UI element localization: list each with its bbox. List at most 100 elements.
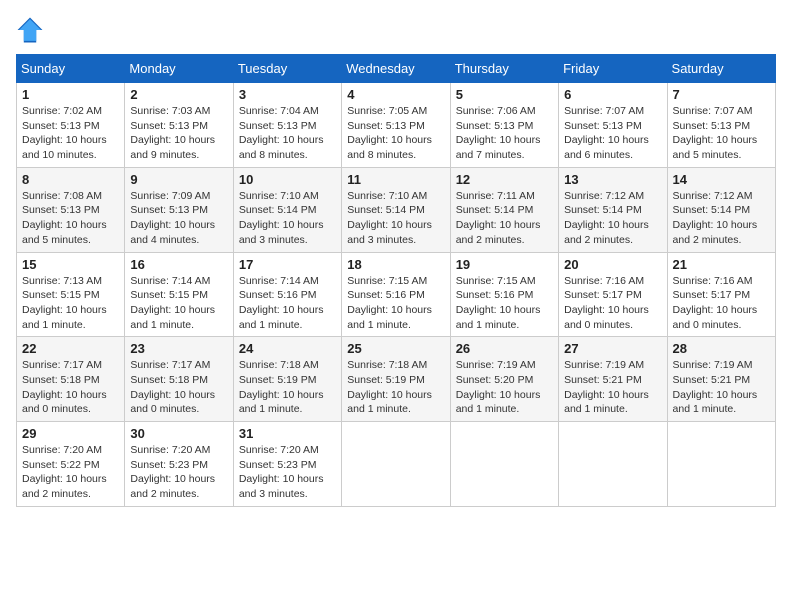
- day-info: Sunrise: 7:07 AM Sunset: 5:13 PM Dayligh…: [673, 104, 770, 163]
- day-number: 25: [347, 341, 444, 356]
- day-number: 22: [22, 341, 119, 356]
- calendar-week-row: 15 Sunrise: 7:13 AM Sunset: 5:15 PM Dayli…: [17, 252, 776, 337]
- empty-cell: [667, 422, 775, 507]
- day-number: 21: [673, 257, 770, 272]
- day-info: Sunrise: 7:17 AM Sunset: 5:18 PM Dayligh…: [22, 358, 119, 417]
- day-info: Sunrise: 7:16 AM Sunset: 5:17 PM Dayligh…: [564, 274, 661, 333]
- day-info: Sunrise: 7:10 AM Sunset: 5:14 PM Dayligh…: [347, 189, 444, 248]
- calendar-day-cell: 4Sunrise: 7:05 AM Sunset: 5:13 PM Daylig…: [342, 83, 450, 168]
- day-info: Sunrise: 7:15 AM Sunset: 5:16 PM Dayligh…: [456, 274, 553, 333]
- empty-cell: [450, 422, 558, 507]
- calendar-day-cell: 31 Sunrise: 7:20 AM Sunset: 5:23 PM Dayli…: [233, 422, 341, 507]
- calendar-day-cell: 20 Sunrise: 7:16 AM Sunset: 5:17 PM Dayli…: [559, 252, 667, 337]
- day-info: Sunrise: 7:19 AM Sunset: 5:21 PM Dayligh…: [673, 358, 770, 417]
- day-info: Sunrise: 7:20 AM Sunset: 5:22 PM Dayligh…: [22, 443, 119, 502]
- logo-icon: [16, 16, 44, 44]
- day-info: Sunrise: 7:12 AM Sunset: 5:14 PM Dayligh…: [673, 189, 770, 248]
- day-number: 26: [456, 341, 553, 356]
- calendar-day-cell: 24Sunrise: 7:18 AM Sunset: 5:19 PM Dayli…: [233, 337, 341, 422]
- day-info: Sunrise: 7:02 AM Sunset: 5:13 PM Dayligh…: [22, 104, 119, 163]
- weekday-header: Tuesday: [233, 55, 341, 83]
- day-number: 19: [456, 257, 553, 272]
- day-number: 5: [456, 87, 553, 102]
- day-number: 11: [347, 172, 444, 187]
- weekday-header: Saturday: [667, 55, 775, 83]
- calendar-day-cell: 29Sunrise: 7:20 AM Sunset: 5:22 PM Dayli…: [17, 422, 125, 507]
- day-number: 8: [22, 172, 119, 187]
- calendar-day-cell: 26 Sunrise: 7:19 AM Sunset: 5:20 PM Dayli…: [450, 337, 558, 422]
- calendar-day-cell: 2 Sunrise: 7:03 AM Sunset: 5:13 PM Daylig…: [125, 83, 233, 168]
- day-number: 17: [239, 257, 336, 272]
- day-info: Sunrise: 7:19 AM Sunset: 5:21 PM Dayligh…: [564, 358, 661, 417]
- day-info: Sunrise: 7:20 AM Sunset: 5:23 PM Dayligh…: [239, 443, 336, 502]
- day-number: 2: [130, 87, 227, 102]
- day-info: Sunrise: 7:07 AM Sunset: 5:13 PM Dayligh…: [564, 104, 661, 163]
- calendar-day-cell: 27 Sunrise: 7:19 AM Sunset: 5:21 PM Dayli…: [559, 337, 667, 422]
- calendar-day-cell: 15 Sunrise: 7:13 AM Sunset: 5:15 PM Dayli…: [17, 252, 125, 337]
- day-number: 13: [564, 172, 661, 187]
- day-info: Sunrise: 7:18 AM Sunset: 5:19 PM Dayligh…: [347, 358, 444, 417]
- day-info: Sunrise: 7:05 AM Sunset: 5:13 PM Dayligh…: [347, 104, 444, 163]
- day-info: Sunrise: 7:13 AM Sunset: 5:15 PM Dayligh…: [22, 274, 119, 333]
- day-number: 28: [673, 341, 770, 356]
- calendar-table: SundayMondayTuesdayWednesdayThursdayFrid…: [16, 54, 776, 507]
- day-info: Sunrise: 7:14 AM Sunset: 5:16 PM Dayligh…: [239, 274, 336, 333]
- day-info: Sunrise: 7:04 AM Sunset: 5:13 PM Dayligh…: [239, 104, 336, 163]
- day-number: 15: [22, 257, 119, 272]
- calendar-week-row: 29Sunrise: 7:20 AM Sunset: 5:22 PM Dayli…: [17, 422, 776, 507]
- day-number: 10: [239, 172, 336, 187]
- calendar-week-row: 8 Sunrise: 7:08 AM Sunset: 5:13 PM Daylig…: [17, 167, 776, 252]
- day-number: 27: [564, 341, 661, 356]
- day-number: 9: [130, 172, 227, 187]
- calendar-day-cell: 10 Sunrise: 7:10 AM Sunset: 5:14 PM Dayli…: [233, 167, 341, 252]
- calendar-day-cell: 25 Sunrise: 7:18 AM Sunset: 5:19 PM Dayli…: [342, 337, 450, 422]
- calendar-day-cell: 7 Sunrise: 7:07 AM Sunset: 5:13 PM Daylig…: [667, 83, 775, 168]
- weekday-header: Friday: [559, 55, 667, 83]
- day-number: 31: [239, 426, 336, 441]
- day-number: 16: [130, 257, 227, 272]
- calendar-day-cell: 28 Sunrise: 7:19 AM Sunset: 5:21 PM Dayli…: [667, 337, 775, 422]
- day-info: Sunrise: 7:15 AM Sunset: 5:16 PM Dayligh…: [347, 274, 444, 333]
- day-info: Sunrise: 7:09 AM Sunset: 5:13 PM Dayligh…: [130, 189, 227, 248]
- day-number: 7: [673, 87, 770, 102]
- day-number: 23: [130, 341, 227, 356]
- calendar-day-cell: 30 Sunrise: 7:20 AM Sunset: 5:23 PM Dayli…: [125, 422, 233, 507]
- day-info: Sunrise: 7:16 AM Sunset: 5:17 PM Dayligh…: [673, 274, 770, 333]
- calendar-day-cell: 5Sunrise: 7:06 AM Sunset: 5:13 PM Daylig…: [450, 83, 558, 168]
- day-info: Sunrise: 7:18 AM Sunset: 5:19 PM Dayligh…: [239, 358, 336, 417]
- weekday-header: Thursday: [450, 55, 558, 83]
- day-info: Sunrise: 7:14 AM Sunset: 5:15 PM Dayligh…: [130, 274, 227, 333]
- calendar-day-cell: 6Sunrise: 7:07 AM Sunset: 5:13 PM Daylig…: [559, 83, 667, 168]
- day-info: Sunrise: 7:20 AM Sunset: 5:23 PM Dayligh…: [130, 443, 227, 502]
- calendar-day-cell: 17 Sunrise: 7:14 AM Sunset: 5:16 PM Dayli…: [233, 252, 341, 337]
- day-number: 20: [564, 257, 661, 272]
- weekday-header: Sunday: [17, 55, 125, 83]
- calendar-day-cell: 22 Sunrise: 7:17 AM Sunset: 5:18 PM Dayli…: [17, 337, 125, 422]
- day-info: Sunrise: 7:12 AM Sunset: 5:14 PM Dayligh…: [564, 189, 661, 248]
- day-number: 30: [130, 426, 227, 441]
- logo: [16, 16, 48, 44]
- day-info: Sunrise: 7:11 AM Sunset: 5:14 PM Dayligh…: [456, 189, 553, 248]
- day-info: Sunrise: 7:08 AM Sunset: 5:13 PM Dayligh…: [22, 189, 119, 248]
- calendar-day-cell: 1Sunrise: 7:02 AM Sunset: 5:13 PM Daylig…: [17, 83, 125, 168]
- empty-cell: [559, 422, 667, 507]
- page-header: [16, 16, 776, 44]
- day-number: 18: [347, 257, 444, 272]
- calendar-day-cell: 11 Sunrise: 7:10 AM Sunset: 5:14 PM Dayli…: [342, 167, 450, 252]
- day-number: 12: [456, 172, 553, 187]
- calendar-header-row: SundayMondayTuesdayWednesdayThursdayFrid…: [17, 55, 776, 83]
- calendar-day-cell: 13 Sunrise: 7:12 AM Sunset: 5:14 PM Dayli…: [559, 167, 667, 252]
- day-number: 14: [673, 172, 770, 187]
- calendar-week-row: 22 Sunrise: 7:17 AM Sunset: 5:18 PM Dayli…: [17, 337, 776, 422]
- calendar-day-cell: 18 Sunrise: 7:15 AM Sunset: 5:16 PM Dayli…: [342, 252, 450, 337]
- calendar-day-cell: 21 Sunrise: 7:16 AM Sunset: 5:17 PM Dayli…: [667, 252, 775, 337]
- day-info: Sunrise: 7:19 AM Sunset: 5:20 PM Dayligh…: [456, 358, 553, 417]
- day-info: Sunrise: 7:03 AM Sunset: 5:13 PM Dayligh…: [130, 104, 227, 163]
- weekday-header: Monday: [125, 55, 233, 83]
- weekday-header: Wednesday: [342, 55, 450, 83]
- day-info: Sunrise: 7:10 AM Sunset: 5:14 PM Dayligh…: [239, 189, 336, 248]
- calendar-day-cell: 19 Sunrise: 7:15 AM Sunset: 5:16 PM Dayli…: [450, 252, 558, 337]
- empty-cell: [342, 422, 450, 507]
- calendar-day-cell: 16 Sunrise: 7:14 AM Sunset: 5:15 PM Dayli…: [125, 252, 233, 337]
- calendar-day-cell: 9 Sunrise: 7:09 AM Sunset: 5:13 PM Daylig…: [125, 167, 233, 252]
